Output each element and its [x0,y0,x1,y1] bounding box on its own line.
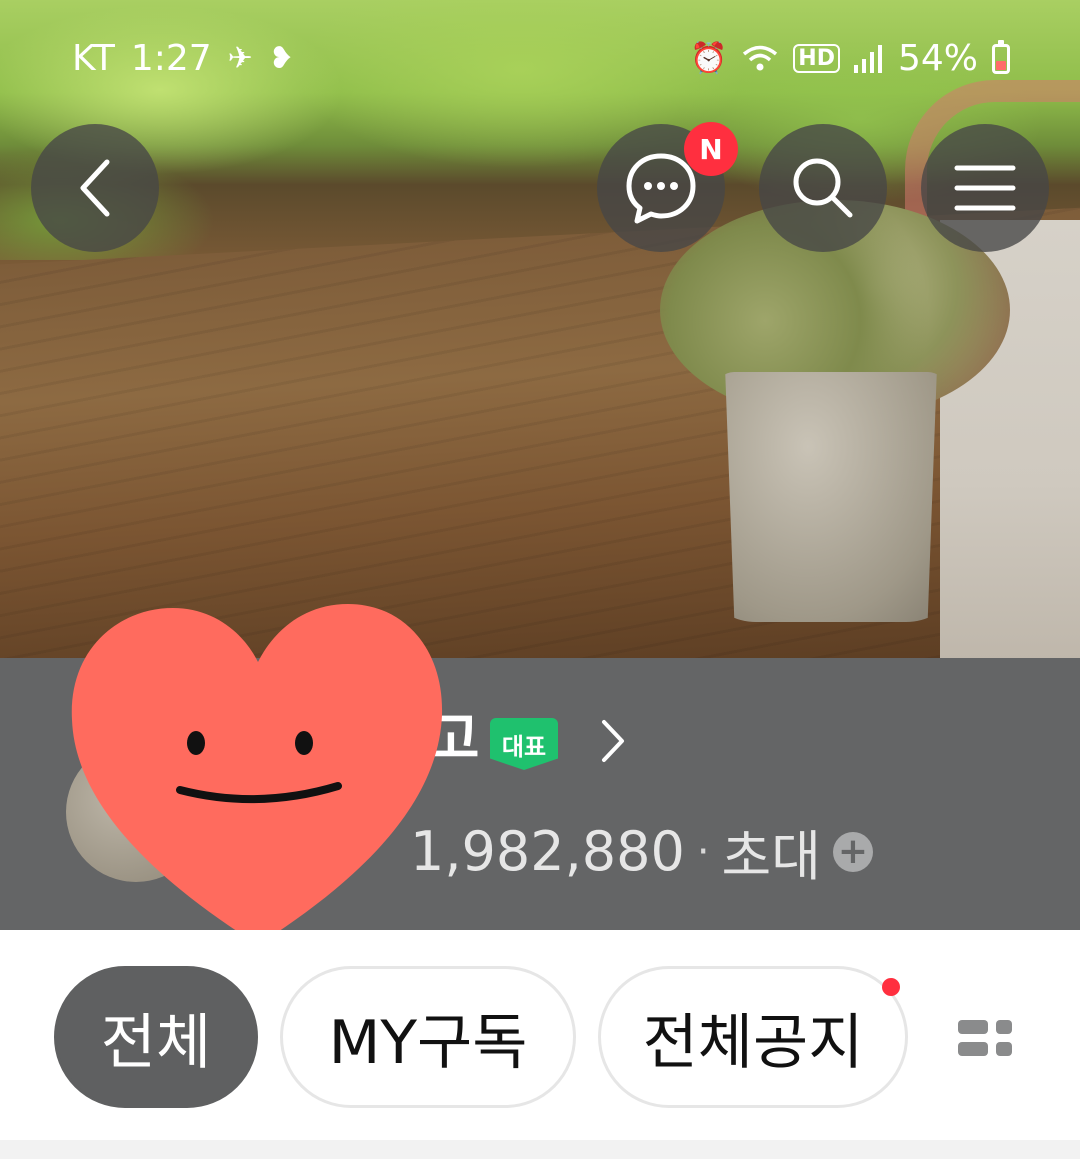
separator-dot: · [696,828,710,875]
board-layout-icon[interactable] [956,1018,1016,1062]
clock: 1:27 [130,38,212,79]
member-count: 1,982,880 [410,820,685,883]
board-filter-tabs: 전체 MY구독 전체공지 [0,930,1080,1140]
new-notice-dot [882,978,900,996]
battery-icon [992,39,1010,74]
plus-icon[interactable]: + [832,831,873,872]
heart-sticker [71,604,443,945]
runner-icon: ✈ [227,40,253,76]
alarm-icon: ⏰ [689,40,728,76]
tab-all[interactable]: 전체 [54,966,258,1108]
tab-my-subscriptions[interactable]: MY구독 [280,966,576,1108]
wifi-icon [743,45,778,70]
status-bar: KT 1:27 ✈ ❥ ⏰ HD 54% [0,28,1080,88]
search-icon [793,158,853,218]
content-divider [0,1140,1080,1159]
cafe-cover-image [0,0,1080,660]
back-button[interactable] [31,124,159,252]
member-info-row: 1,982,880 · 초대 + [410,812,873,891]
tab-all-notices[interactable]: 전체공지 [598,966,908,1108]
hd-icon: HD [793,44,840,73]
new-message-badge: N [684,122,738,176]
menu-button[interactable] [921,124,1049,252]
carrier-label: KT [72,38,115,79]
battery-percent: 54% [897,38,978,79]
chevron-right-icon[interactable] [598,718,628,764]
hamburger-menu-icon [954,165,1016,211]
signal-icon [853,44,882,73]
sync-icon: ❥ [268,40,294,76]
cover-pot [725,372,937,622]
search-button[interactable] [759,124,887,252]
invite-label[interactable]: 초대 [722,812,821,891]
chevron-left-icon [80,159,110,217]
